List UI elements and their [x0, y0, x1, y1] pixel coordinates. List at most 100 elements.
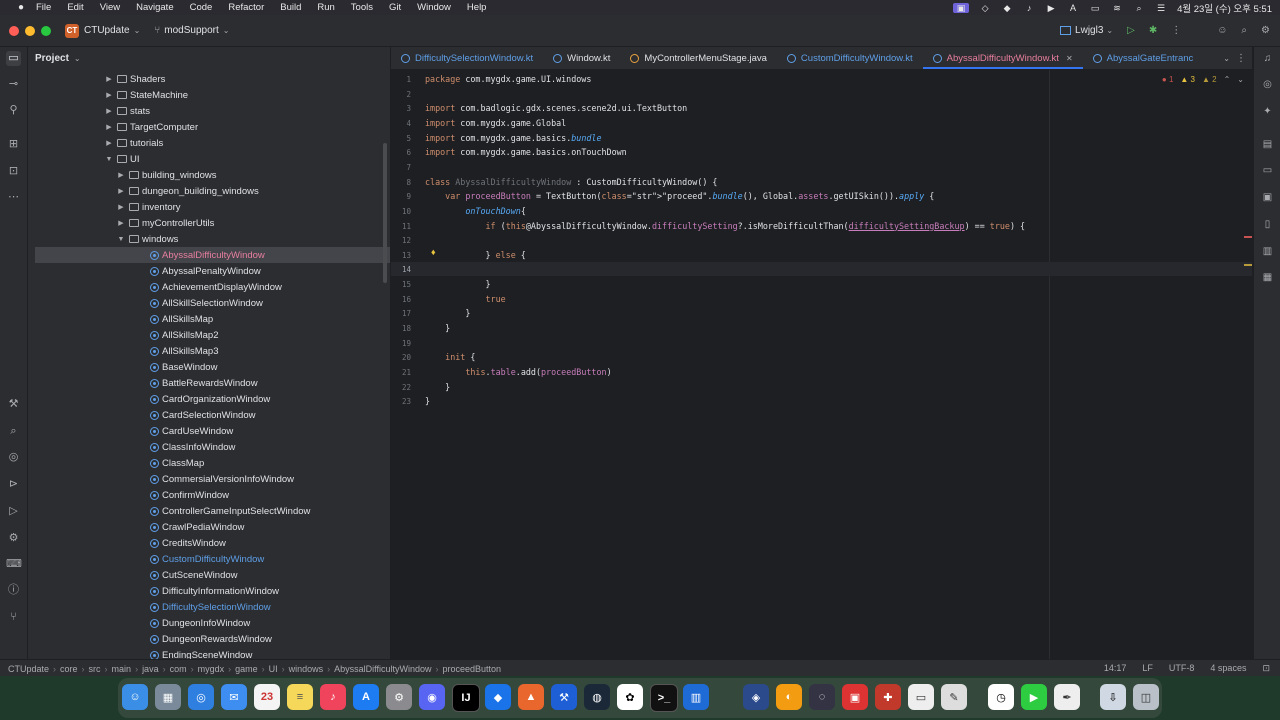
tab-list-chevron-icon[interactable]: ⌄	[1223, 54, 1230, 63]
line-number[interactable]: 10	[391, 205, 411, 219]
trello-icon[interactable]: ▥	[683, 684, 709, 710]
code-text[interactable]: } else {	[425, 248, 526, 262]
tree-file[interactable]: AbyssalPenaltyWindow	[28, 263, 390, 279]
tab-window[interactable]: Window.kt	[543, 47, 620, 69]
music-icon[interactable]: ♪	[1023, 3, 1035, 13]
finder-icon[interactable]: ☺	[122, 684, 148, 710]
tree-file[interactable]: CreditsWindow	[28, 535, 390, 551]
code-line[interactable]: 15 }	[391, 277, 1252, 291]
tree-file[interactable]: BaseWindow	[28, 359, 390, 375]
gradle-icon[interactable]: ▤	[1261, 138, 1274, 151]
tree-file[interactable]: BattleRewardsWindow	[28, 375, 390, 391]
tree-file[interactable]: AllSkillsMap2	[28, 327, 390, 343]
tree-file[interactable]: CommersialVersionInfoWindow	[28, 471, 390, 487]
chevron-right-icon[interactable]: ▶	[116, 219, 126, 227]
safari-icon[interactable]: ◎	[188, 684, 214, 710]
tree-file[interactable]: AllSkillSelectionWindow	[28, 295, 390, 311]
textedit-icon[interactable]: ✎	[941, 684, 967, 710]
git-icon[interactable]: ⑂	[6, 610, 21, 625]
error-stripe-marker[interactable]	[1244, 236, 1252, 238]
tree-file[interactable]: DungeonRewardsWindow	[28, 631, 390, 647]
code-line[interactable]: 17 }	[391, 306, 1252, 320]
menubar-clock[interactable]: 4월 23일 (수) 오후 5:51	[1177, 1, 1272, 15]
tree-file[interactable]: DungeonInfoWindow	[28, 615, 390, 631]
breadcrumb-item[interactable]: src	[89, 664, 101, 674]
wifi-icon[interactable]: ≋	[1111, 3, 1123, 13]
code-line[interactable]: 13 } else {	[391, 248, 1252, 262]
line-number[interactable]: 11	[391, 220, 411, 234]
chevron-right-icon[interactable]: ▶	[104, 139, 114, 147]
menu-build[interactable]: Build	[280, 2, 301, 13]
line-number[interactable]: 1	[391, 73, 411, 87]
discord-icon[interactable]: ◉	[419, 684, 445, 710]
code-line[interactable]: 22 }	[391, 380, 1252, 394]
chevron-down-icon[interactable]: ▼	[116, 236, 126, 243]
screen-tool-icon[interactable]: ◌	[809, 684, 835, 710]
line-number[interactable]: 18	[391, 322, 411, 336]
menu-file[interactable]: File	[36, 2, 51, 13]
breadcrumb-item[interactable]: game	[235, 664, 258, 674]
menu-refactor[interactable]: Refactor	[228, 2, 264, 13]
inspection-widget[interactable]: ● 1 ▲ 3 ▲ 2 ⌃ ⌄	[1162, 75, 1244, 84]
chevron-down-icon[interactable]: ⌄	[1237, 75, 1244, 84]
running-devices-icon[interactable]: ▦	[1261, 271, 1274, 284]
plugins-icon[interactable]: ⊡	[6, 164, 21, 179]
more-tabs-icon[interactable]: ⋮	[1236, 53, 1246, 64]
code-text[interactable]: }	[425, 277, 491, 291]
line-number[interactable]: 21	[391, 366, 411, 380]
utility-app-icon[interactable]: ✚	[875, 684, 901, 710]
tree-file[interactable]: DifficultyInformationWindow	[28, 583, 390, 599]
tree-folder[interactable]: ▶ tutorials	[28, 135, 390, 151]
pull-requests-icon[interactable]: ⚲	[6, 103, 21, 118]
close-tab-icon[interactable]: ✕	[1066, 54, 1073, 63]
more-tools-icon[interactable]: ⋯	[6, 190, 21, 205]
breadcrumb-item[interactable]: com	[170, 664, 187, 674]
code-line[interactable]: 3 import com.badlogic.gdx.scenes.scene2d.…	[391, 101, 1252, 115]
tree-file[interactable]: AllSkillsMap3	[28, 343, 390, 359]
line-number[interactable]: 17	[391, 307, 411, 321]
code-text[interactable]: true	[425, 292, 506, 306]
database-icon[interactable]: ◎	[1261, 78, 1274, 91]
code-line[interactable]: 8 class AbyssalDifficultyWindow : CustomD…	[391, 175, 1252, 189]
launchpad-icon[interactable]: ▦	[155, 684, 181, 710]
screen-record-icon[interactable]: ▣	[953, 2, 970, 13]
lock-icon[interactable]: ⊡	[1262, 663, 1270, 674]
layout-inspector-icon[interactable]: ▥	[1261, 245, 1274, 258]
clock-app-icon[interactable]: ◷	[988, 684, 1014, 710]
tree-file[interactable]: CustomDifficultyWindow	[28, 551, 390, 567]
menu-edit[interactable]: Edit	[67, 2, 83, 13]
code-line[interactable]: 19	[391, 336, 1252, 350]
code-line[interactable]: 10 onTouchDown{	[391, 204, 1252, 218]
code-text[interactable]: }	[425, 394, 430, 408]
tree-file[interactable]: CutSceneWindow	[28, 567, 390, 583]
tree-file[interactable]: CrawlPediaWindow	[28, 519, 390, 535]
preview-icon[interactable]: ▭	[908, 684, 934, 710]
xcode-icon[interactable]: ⚒	[551, 684, 577, 710]
code-text[interactable]: import com.badlogic.gdx.scenes.scene2d.u…	[425, 101, 687, 115]
breadcrumb-item[interactable]: core	[60, 664, 78, 674]
structure-icon[interactable]: ⊞	[6, 137, 21, 152]
add-user-icon[interactable]: ☺	[1217, 25, 1227, 36]
menu-run[interactable]: Run	[317, 2, 334, 13]
code-text[interactable]: if (this@AbyssalDifficultyWindow.difficu…	[425, 219, 1026, 233]
mail-icon[interactable]: ✉	[221, 684, 247, 710]
tree-folder[interactable]: ▶ StateMachine	[28, 87, 390, 103]
tab-abyssal-difficulty-window[interactable]: AbyssalDifficultyWindow.kt ✕	[922, 47, 1083, 69]
find-icon[interactable]: ⌕	[6, 424, 21, 439]
code-line[interactable]: 20 init {	[391, 350, 1252, 364]
photo-tool-icon[interactable]: ▣	[842, 684, 868, 710]
script-editor-icon[interactable]: ✒	[1054, 684, 1080, 710]
tree-folder[interactable]: ▶ myControllerUtils	[28, 215, 390, 231]
tab-custom-difficulty-window[interactable]: CustomDifficultyWindow.kt	[777, 47, 923, 69]
tree-file[interactable]: ConfirmWindow	[28, 487, 390, 503]
tree-file[interactable]: ClassInfoWindow	[28, 439, 390, 455]
tab-difficulty-selection-window[interactable]: DifficultySelectionWindow.kt	[391, 47, 543, 69]
chevron-right-icon[interactable]: ▶	[104, 91, 114, 99]
code-line[interactable]: 4 import com.mygdx.game.Global	[391, 116, 1252, 130]
code-text[interactable]: package com.mygdx.game.UI.windows	[425, 72, 591, 86]
system-settings-icon[interactable]: ⚙	[386, 684, 412, 710]
chevron-right-icon[interactable]: ▶	[116, 187, 126, 195]
line-number[interactable]: 22	[391, 381, 411, 395]
more-actions-icon[interactable]: ⋮	[1171, 25, 1181, 36]
tree-folder[interactable]: ▼ UI	[28, 151, 390, 167]
